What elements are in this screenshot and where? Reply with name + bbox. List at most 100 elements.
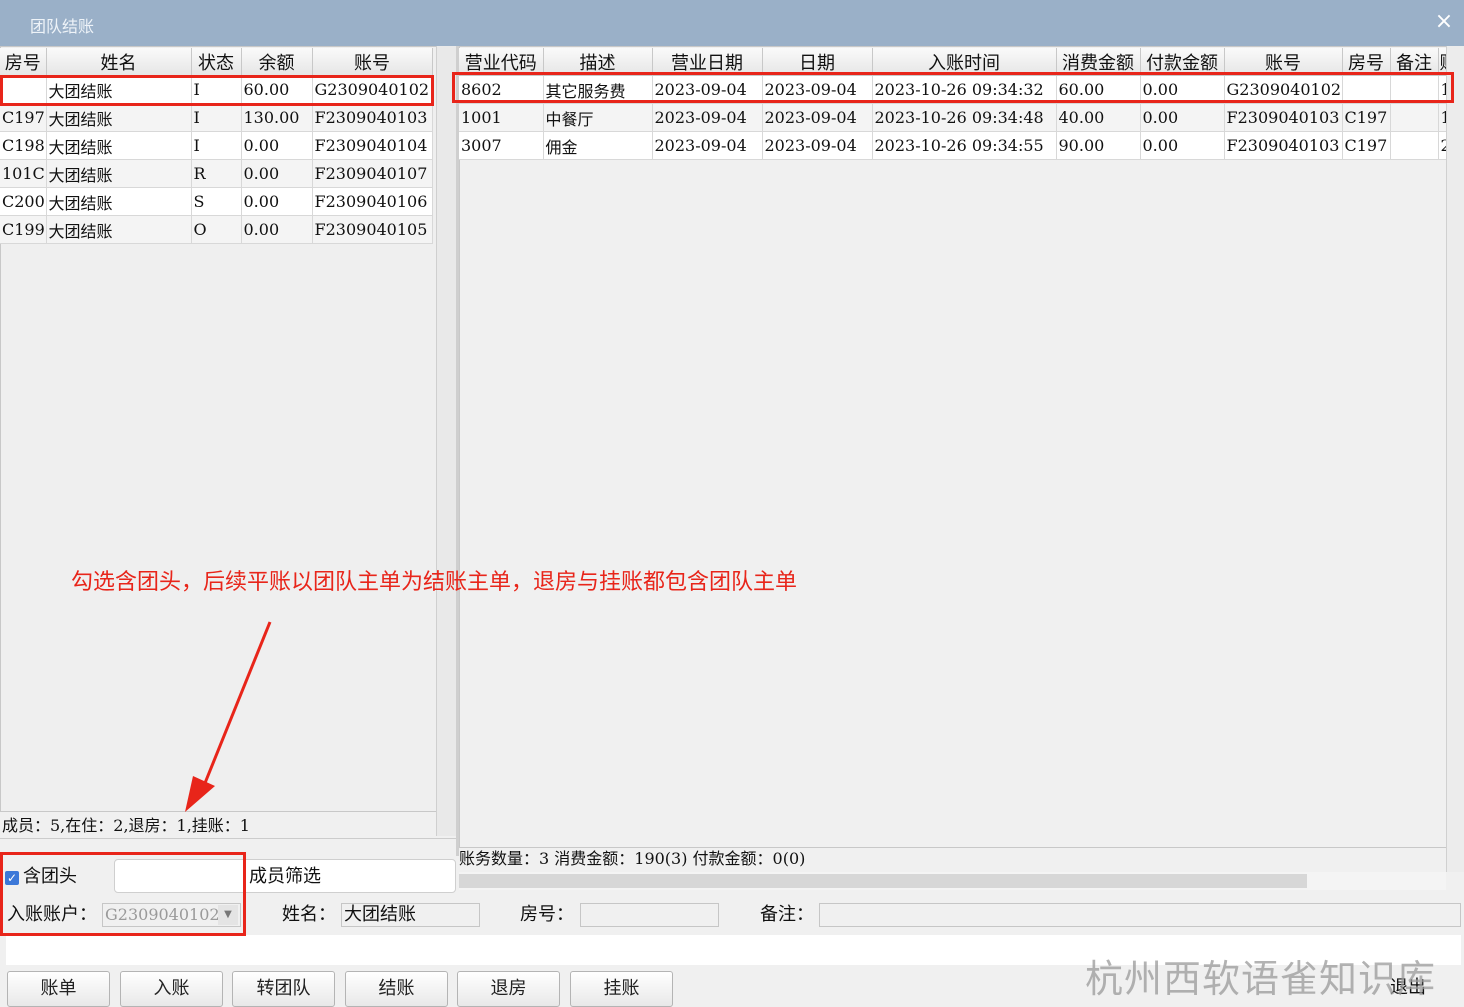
checkout-button[interactable]: 结账: [345, 971, 448, 1007]
table-row[interactable]: 3007 佣金 2023-09-04 2023-09-04 2023-10-26 09:…: [459, 131, 1446, 160]
table-cell: 2: [1438, 131, 1446, 160]
table-row[interactable]: C197 大团结账 I 130.00 F2309040103: [0, 103, 433, 132]
table-cell: 8602: [459, 75, 544, 104]
table-cell: I: [191, 75, 242, 104]
table-cell: 1: [1438, 75, 1446, 104]
transactions-col-header[interactable]: 账号: [1224, 48, 1343, 76]
table-cell: 大团结账: [46, 159, 192, 188]
annotation-text: 勾选含团头，后续平账以团队主单为结账主单，退房与挂账都包含团队主单: [71, 570, 798, 595]
table-cell: [1390, 103, 1439, 132]
account-select-value: G2309040102: [105, 905, 220, 924]
table-cell: O: [191, 215, 242, 244]
table-cell: 大团结账: [46, 131, 192, 160]
table-row[interactable]: C198 大团结账 I 0.00 F2309040104: [0, 131, 433, 160]
table-cell: G2309040102: [312, 75, 433, 104]
table-cell: C198: [0, 131, 47, 160]
table-cell: 0.00: [241, 187, 313, 216]
table-cell: 1001: [459, 103, 544, 132]
members-col-header[interactable]: 姓名: [46, 48, 192, 76]
table-cell: 130.00: [241, 103, 313, 132]
room-label: 房号：: [520, 904, 574, 925]
table-cell: C199: [0, 215, 47, 244]
transactions-col-header[interactable]: 账: [1438, 48, 1446, 76]
table-cell: 2023-09-04: [652, 103, 763, 132]
transactions-col-header[interactable]: 营业日期: [652, 48, 763, 76]
members-col-header[interactable]: 余额: [241, 48, 313, 76]
hang-account-button[interactable]: 挂账: [570, 971, 673, 1007]
table-cell: [0, 75, 47, 104]
table-cell: [1390, 131, 1439, 160]
table-cell: 0.00: [1140, 131, 1225, 160]
transfer-group-button[interactable]: 转团队: [232, 971, 335, 1007]
table-cell: 2023-10-26 09:34:32: [872, 75, 1057, 104]
members-col-header[interactable]: 账号: [312, 48, 433, 76]
table-row[interactable]: 101C 大团结账 R 0.00 F2309040107: [0, 159, 433, 188]
table-cell: C200: [0, 187, 47, 216]
include-leader-checkbox[interactable]: ✓: [5, 871, 19, 885]
table-row[interactable]: 大团结账 I 60.00 G2309040102: [0, 75, 433, 104]
table-cell: 大团结账: [46, 103, 192, 132]
transactions-col-header[interactable]: 付款金额: [1140, 48, 1225, 76]
transactions-col-header[interactable]: 描述: [543, 48, 653, 76]
title-bar: [0, 0, 1464, 46]
transactions-col-header[interactable]: 房号: [1342, 48, 1391, 76]
table-cell: 2023-09-04: [762, 131, 873, 160]
table-row[interactable]: 1001 中餐厅 2023-09-04 2023-09-04 2023-10-26 09…: [459, 103, 1446, 132]
include-leader-label[interactable]: 含团头: [23, 864, 77, 890]
post-button[interactable]: 入账: [120, 971, 223, 1007]
account-select[interactable]: G2309040102 ▼: [102, 903, 241, 927]
table-cell: 2023-09-04: [652, 131, 763, 160]
account-label: 入账账户：: [7, 904, 97, 925]
members-grid: 房号 姓名 状态 余额 账号 大团结账 I 60.00 G2309040102 C197 大团结账…: [0, 48, 433, 244]
annotation-arrow: [185, 621, 272, 812]
transactions-scrollbar-v[interactable]: [1446, 46, 1464, 872]
table-cell: 中餐厅: [543, 103, 653, 132]
table-cell: 2023-09-04: [762, 75, 873, 104]
table-cell: F2309040107: [312, 159, 433, 188]
window-title: 团队结账: [30, 17, 95, 36]
table-cell: 1: [1438, 103, 1446, 132]
chevron-down-icon[interactable]: ▼: [218, 905, 238, 925]
table-cell: 60.00: [241, 75, 313, 104]
bill-button[interactable]: 账单: [7, 971, 110, 1007]
table-cell: C197: [1342, 103, 1391, 132]
transactions-col-header[interactable]: 备注: [1390, 48, 1439, 76]
table-cell: C197: [1342, 131, 1391, 160]
table-cell: 0.00: [1140, 75, 1225, 104]
table-cell: 2023-09-04: [762, 103, 873, 132]
table-cell: I: [191, 103, 242, 132]
table-cell: 40.00: [1056, 103, 1141, 132]
table-cell: 101C: [0, 159, 47, 188]
name-field: 大团结账: [341, 903, 480, 927]
table-cell: F2309040106: [312, 187, 433, 216]
watermark: 杭州西软语雀知识库: [1085, 957, 1437, 1001]
transactions-col-header[interactable]: 入账时间: [872, 48, 1057, 76]
table-cell: [1342, 75, 1391, 104]
table-row[interactable]: 8602 其它服务费 2023-09-04 2023-09-04 2023-10-26 …: [459, 75, 1446, 104]
member-filter-label: 成员筛选: [249, 866, 321, 887]
table-cell: S: [191, 187, 242, 216]
table-cell: 0.00: [241, 159, 313, 188]
table-row[interactable]: C200 大团结账 S 0.00 F2309040106: [0, 187, 433, 216]
members-scrollbar[interactable]: [436, 46, 457, 836]
close-icon[interactable]: ×: [1434, 10, 1454, 34]
table-row[interactable]: C199 大团结账 O 0.00 F2309040105: [0, 215, 433, 244]
table-cell: 2023-09-04: [652, 75, 763, 104]
transactions-col-header[interactable]: 消费金额: [1056, 48, 1141, 76]
members-col-header[interactable]: 房号: [0, 48, 47, 76]
table-cell: 0.00: [241, 131, 313, 160]
table-cell: 其它服务费: [543, 75, 653, 104]
table-cell: 2023-10-26 09:34:55: [872, 131, 1057, 160]
table-cell: 大团结账: [46, 75, 192, 104]
table-cell: 0.00: [241, 215, 313, 244]
members-col-header[interactable]: 状态: [191, 48, 242, 76]
transactions-col-header[interactable]: 日期: [762, 48, 873, 76]
transactions-grid: 营业代码描述营业日期日期入账时间消费金额付款金额账号房号备注账 8602其它服务…: [459, 48, 1446, 160]
note-label: 备注：: [760, 904, 814, 925]
check-out-room-button[interactable]: 退房: [457, 971, 560, 1007]
table-cell: 大团结账: [46, 215, 192, 244]
transactions-col-header[interactable]: 营业代码: [459, 48, 544, 76]
table-cell: F2309040104: [312, 131, 433, 160]
table-cell: [1390, 75, 1439, 104]
table-cell: I: [191, 131, 242, 160]
